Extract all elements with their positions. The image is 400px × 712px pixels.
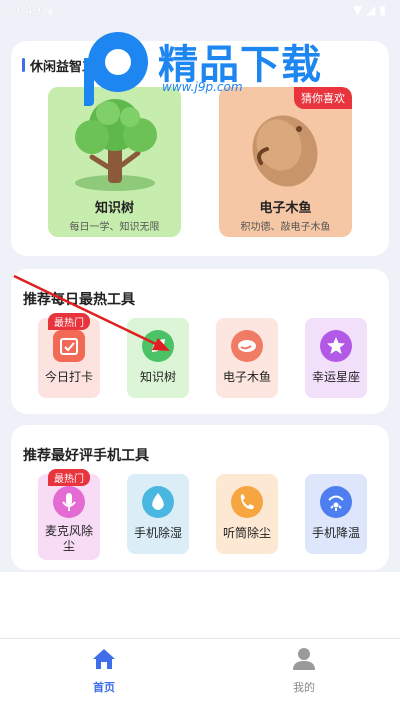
tool-label: 幸运星座 (311, 370, 360, 384)
wifi-icon: ▼ (352, 3, 367, 17)
phone-tools-card: 推荐最好评手机工具 最热门 麦克风除尘 手机除湿 听筒除尘 手机降温 (11, 425, 389, 570)
wooden-fish-name: 电子木鱼 (259, 201, 312, 216)
status-time: 9:49 (12, 4, 42, 19)
fan-icon (320, 486, 352, 518)
microphone-icon (53, 486, 85, 518)
home-icon (93, 649, 115, 669)
nav-home[interactable]: 首页 (64, 647, 144, 695)
tool-daily-checkin[interactable]: 最热门 今日打卡 (38, 313, 100, 398)
tool-phone-cooling[interactable]: 手机降温 (305, 474, 367, 554)
wooden-fish-card[interactable]: 猜你喜欢 电子木鱼 积功德、敲电子木鱼 (219, 87, 352, 237)
star-icon (320, 330, 352, 362)
nav-mine[interactable]: 我的 (264, 647, 344, 695)
daily-section-title: 推荐每日最热工具 (23, 292, 135, 308)
download-icon: ⤓ (48, 3, 54, 17)
daily-tools-card: 推荐每日最热工具 最热门 今日打卡 知识树 电子木鱼 幸运星座 (11, 269, 389, 414)
person-icon (293, 648, 315, 670)
knowledge-tree-card[interactable]: 知识树 每日一学、知识无限 (48, 87, 181, 237)
hot-badge: 最热门 (48, 313, 90, 330)
hot-badge: 最热门 (48, 469, 90, 486)
status-bar: 9:49 ⤓ ▼◢▮ (0, 0, 400, 24)
signal-icon: ◢ (366, 3, 380, 17)
tool-label: 知识树 (139, 370, 176, 384)
tool-phone-dehumidify[interactable]: 手机除湿 (127, 474, 189, 554)
nav-mine-label: 我的 (293, 681, 315, 694)
leaf-icon (142, 330, 174, 362)
section-marker (22, 58, 25, 72)
tool-lucky-constellation[interactable]: 幸运星座 (305, 318, 367, 398)
tool-label: 麦克风除尘 (44, 524, 93, 553)
battery-icon: ▮ (379, 3, 390, 17)
tool-knowledge-tree[interactable]: 知识树 (127, 318, 189, 398)
phone-icon (231, 486, 263, 518)
wooden-fish-icon (231, 330, 263, 362)
tool-wooden-fish[interactable]: 电子木鱼 (216, 318, 278, 398)
tool-label: 手机除湿 (133, 526, 182, 540)
calendar-check-icon (53, 330, 85, 362)
knowledge-tree-desc: 每日一学、知识无限 (69, 222, 160, 233)
watermark-p-icon (84, 32, 148, 106)
water-drop-icon (142, 486, 174, 518)
tool-label: 今日打卡 (44, 370, 93, 384)
wooden-fish-desc: 积功德、敲电子木鱼 (240, 222, 331, 233)
knowledge-tree-name: 知识树 (94, 201, 134, 216)
phone-section-title: 推荐最好评手机工具 (23, 448, 149, 464)
status-icons: ▼◢▮ (353, 3, 390, 17)
tool-label: 电子木鱼 (222, 370, 271, 384)
nav-home-label: 首页 (93, 681, 115, 694)
tool-label: 听筒除尘 (222, 526, 271, 540)
tool-label: 手机降温 (311, 526, 360, 540)
tool-earpiece-dust[interactable]: 听筒除尘 (216, 474, 278, 554)
bottom-nav: 首页 我的 (0, 638, 400, 712)
watermark-url: www.j9p.com (162, 80, 243, 94)
watermark-logo: 精品下载 www.j9p.com (84, 28, 354, 108)
content-spacer (0, 572, 400, 638)
tool-mic-dust[interactable]: 最热门 麦克风除尘 (38, 469, 100, 560)
